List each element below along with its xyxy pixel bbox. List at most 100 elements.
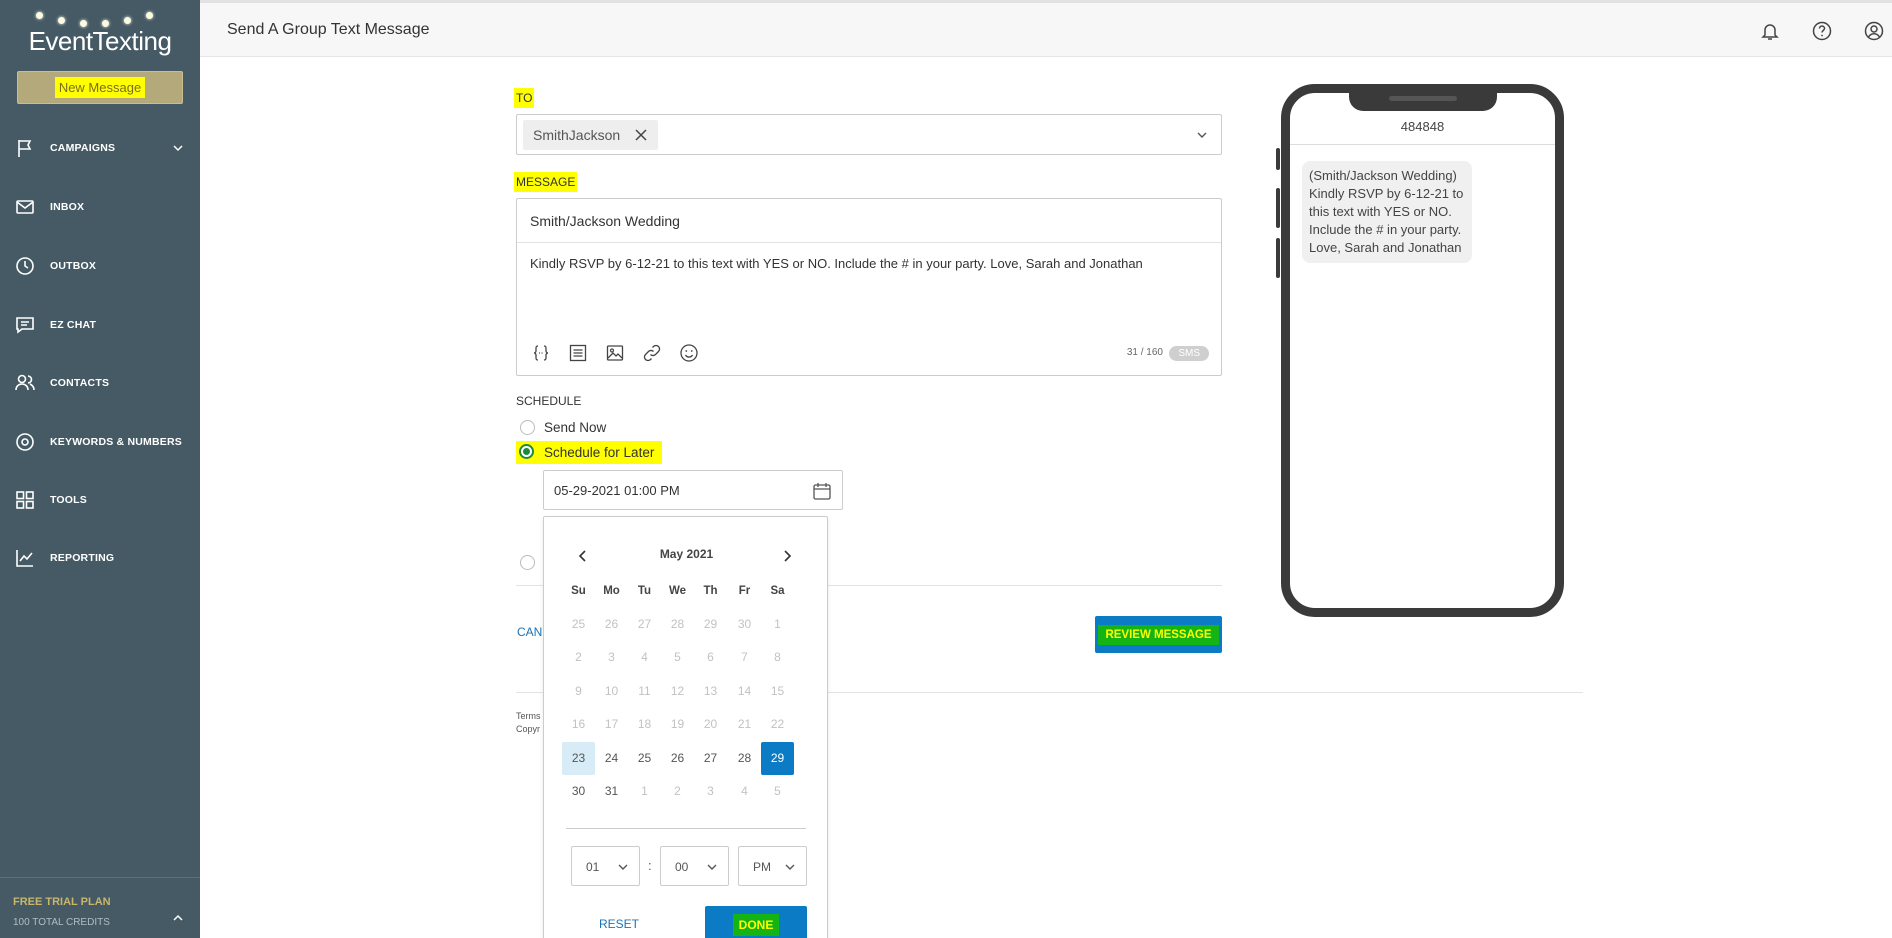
calendar-day[interactable]: 9 [562, 675, 595, 708]
message-type-badge: SMS [1169, 346, 1209, 361]
message-editor[interactable]: Smith/Jackson Wedding Kindly RSVP by 6-1… [516, 198, 1222, 376]
calendar-day[interactable]: 6 [694, 641, 727, 674]
sidebar-item-campaigns[interactable]: CAMPAIGNS [0, 128, 200, 168]
recipient-select[interactable]: SmithJackson [516, 114, 1222, 155]
calendar-day[interactable]: 1 [628, 775, 661, 808]
calendar-day[interactable]: 1 [761, 608, 794, 641]
character-counter: 31 / 160 [1126, 347, 1163, 358]
calendar-day[interactable]: 8 [761, 641, 794, 674]
calendar-day[interactable]: 12 [661, 675, 694, 708]
template-icon[interactable] [567, 342, 589, 364]
calendar-day[interactable]: 2 [661, 775, 694, 808]
calendar-day[interactable]: 19 [661, 708, 694, 741]
calendar-day[interactable]: 5 [661, 641, 694, 674]
image-icon[interactable] [604, 342, 626, 364]
terms-link[interactable]: Terms [516, 711, 541, 721]
sidebar-item-reporting[interactable]: REPORTING [0, 538, 200, 578]
link-icon[interactable] [641, 342, 663, 364]
sidebar-item-label: REPORTING [50, 552, 115, 564]
chevron-up-icon[interactable] [172, 912, 184, 924]
remove-recipient-icon[interactable] [634, 128, 648, 142]
envelope-icon [16, 200, 34, 214]
emoji-icon[interactable] [678, 342, 700, 364]
ampm-select[interactable]: PM [738, 846, 807, 886]
send-now-label[interactable]: Send Now [544, 420, 606, 435]
sidebar-item-label: INBOX [50, 201, 85, 213]
chevron-down-icon[interactable] [1195, 128, 1209, 142]
preview-sender-number: 484848 [1400, 119, 1445, 134]
calendar-day[interactable]: 20 [694, 708, 727, 741]
calendar-day[interactable]: 14 [728, 675, 761, 708]
minute-select[interactable]: 00 [660, 846, 729, 886]
calendar-day[interactable]: 25 [562, 608, 595, 641]
logo[interactable]: EventTexting [0, 4, 200, 60]
time-colon: : [648, 858, 652, 873]
send-now-radio[interactable] [520, 420, 535, 435]
sidebar-item-inbox[interactable]: INBOX [0, 187, 200, 227]
message-body-field[interactable]: Kindly RSVP by 6-12-21 to this text with… [530, 256, 1143, 271]
preview-divider [1290, 144, 1555, 145]
next-month-icon[interactable] [780, 549, 794, 563]
calendar-day[interactable]: 18 [628, 708, 661, 741]
calendar-day[interactable]: 17 [595, 708, 628, 741]
calendar-day[interactable]: 26 [595, 608, 628, 641]
calendar-day[interactable]: 3 [595, 641, 628, 674]
calendar-day[interactable]: 30 [562, 775, 595, 808]
calendar-icon[interactable] [811, 480, 833, 502]
copyright-text: Copyr [516, 724, 541, 734]
calendar-day[interactable]: 24 [595, 742, 628, 775]
calendar-day[interactable]: 29 [694, 608, 727, 641]
sidebar: EventTexting New Message CAMPAIGNS INBOX… [0, 0, 200, 938]
calendar-day[interactable]: 7 [728, 641, 761, 674]
datetime-input[interactable]: 05-29-2021 01:00 PM [543, 470, 843, 510]
calendar-day[interactable]: 27 [628, 608, 661, 641]
new-message-button[interactable]: New Message [17, 71, 183, 104]
datetime-value: 05-29-2021 01:00 PM [554, 483, 680, 498]
calendar-day[interactable]: 5 [761, 775, 794, 808]
sidebar-item-label: OUTBOX [50, 260, 97, 272]
calendar-day[interactable]: 10 [595, 675, 628, 708]
calendar-day[interactable]: 28 [728, 742, 761, 775]
schedule-later-radio[interactable] [519, 444, 534, 459]
message-subject-field[interactable]: Smith/Jackson Wedding [517, 199, 1221, 243]
sidebar-item-contacts[interactable]: CONTACTS [0, 363, 200, 403]
schedule-later-label[interactable]: Schedule for Later [516, 441, 663, 464]
calendar-day[interactable]: 23 [562, 741, 595, 775]
calendar-day[interactable]: 25 [628, 742, 661, 775]
chevron-down-icon[interactable] [172, 142, 184, 154]
done-button[interactable]: DONE [705, 906, 807, 938]
day-of-week-header: Fr [738, 585, 751, 597]
calendar-day[interactable]: 21 [728, 708, 761, 741]
sidebar-item-label: KEYWORDS & NUMBERS [50, 436, 182, 448]
calendar-day[interactable]: 11 [628, 675, 661, 708]
reset-button[interactable]: RESET [599, 917, 639, 931]
sidebar-item-outbox[interactable]: OUTBOX [0, 246, 200, 286]
third-option-radio[interactable] [520, 555, 535, 570]
calendar-day[interactable]: 15 [761, 675, 794, 708]
sidebar-item-keywords-numbers[interactable]: KEYWORDS & NUMBERS [0, 422, 200, 462]
calendar-day[interactable]: 27 [694, 742, 727, 775]
calendar-day-selected[interactable]: 29 [761, 741, 794, 775]
calendar-day[interactable]: 30 [728, 608, 761, 641]
calendar-day[interactable]: 22 [761, 708, 794, 741]
target-icon [16, 433, 34, 451]
calendar-day[interactable]: 13 [694, 675, 727, 708]
plan-footer[interactable]: FREE TRIAL PLAN 100 TOTAL CREDITS [0, 877, 200, 938]
user-account-icon[interactable] [1863, 20, 1885, 42]
day-of-week-header: Sa [770, 585, 785, 597]
bell-icon[interactable] [1759, 20, 1781, 42]
merge-field-icon[interactable] [530, 342, 552, 364]
calendar-day[interactable]: 2 [562, 641, 595, 674]
calendar-day[interactable]: 16 [562, 708, 595, 741]
hour-select[interactable]: 01 [571, 846, 640, 886]
help-icon[interactable] [1811, 20, 1833, 42]
calendar-day[interactable]: 4 [628, 641, 661, 674]
review-message-button[interactable]: REVIEW MESSAGE [1095, 616, 1222, 653]
calendar-day[interactable]: 26 [661, 742, 694, 775]
sidebar-item-tools[interactable]: TOOLS [0, 480, 200, 520]
calendar-day[interactable]: 28 [661, 608, 694, 641]
calendar-day[interactable]: 31 [595, 775, 628, 808]
calendar-day[interactable]: 4 [728, 775, 761, 808]
sidebar-item-ez-chat[interactable]: EZ CHAT [0, 305, 200, 345]
calendar-day[interactable]: 3 [694, 775, 727, 808]
